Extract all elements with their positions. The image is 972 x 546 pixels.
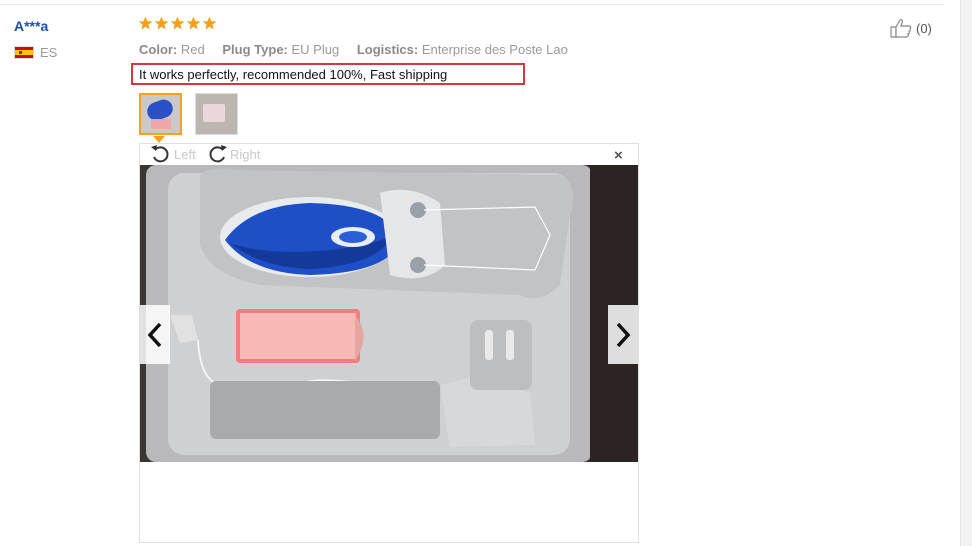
- close-viewer-button[interactable]: ×: [614, 147, 623, 164]
- top-divider: [0, 4, 944, 5]
- order-attributes: Color: Red Plug Type: EU Plug Logistics:…: [139, 42, 582, 57]
- chevron-left-icon: [147, 322, 162, 347]
- attr-plug-type-value: EU Plug: [291, 42, 340, 57]
- attr-color: Color: Red: [139, 42, 205, 57]
- chevron-right-icon: [616, 322, 631, 347]
- next-image-button[interactable]: [608, 305, 638, 364]
- buyer-country: ES: [14, 45, 57, 60]
- buyer-name[interactable]: A***a: [14, 18, 48, 34]
- star-icon: [138, 16, 153, 30]
- feedback-text: It works perfectly, recommended 100%, Fa…: [131, 63, 525, 85]
- thumbs-up-icon: [890, 19, 912, 38]
- rotate-right-label: Right: [230, 146, 261, 162]
- attr-plug-type: Plug Type: EU Plug: [222, 42, 339, 57]
- rotate-right-icon: [209, 145, 227, 163]
- star-icon: [154, 16, 169, 30]
- attr-plug-type-key: Plug Type:: [222, 42, 288, 57]
- rotate-right-button[interactable]: Right: [206, 144, 260, 164]
- star-icon: [170, 16, 185, 30]
- review-thumbnails: [139, 93, 238, 135]
- star-rating: [138, 16, 217, 31]
- scrollbar-track[interactable]: [960, 0, 972, 546]
- attr-color-value: Red: [180, 42, 205, 57]
- thumbnail-product-photo-1[interactable]: [139, 93, 182, 135]
- spain-flag-icon: [14, 46, 34, 59]
- image-viewer: Left Right ×: [139, 143, 639, 543]
- review-photo: [140, 165, 638, 462]
- helpful-count: (0): [916, 20, 932, 36]
- rotate-left-icon: [151, 145, 169, 163]
- rotate-left-button[interactable]: Left: [150, 144, 196, 164]
- attr-logistics: Logistics: Enterprise des Poste Lao: [357, 42, 568, 57]
- star-icon: [202, 16, 217, 30]
- thumbnail-product-photo-2[interactable]: [195, 93, 238, 135]
- star-icon: [186, 16, 201, 30]
- attr-color-key: Color:: [139, 42, 178, 57]
- rotate-left-label: Left: [174, 146, 196, 162]
- active-thumbnail-caret: [153, 136, 165, 143]
- helpful-button[interactable]: (0): [889, 18, 932, 38]
- attr-logistics-value: Enterprise des Poste Lao: [421, 42, 568, 57]
- country-code: ES: [40, 45, 58, 60]
- previous-image-button[interactable]: [140, 305, 170, 364]
- attr-logistics-key: Logistics:: [356, 42, 419, 57]
